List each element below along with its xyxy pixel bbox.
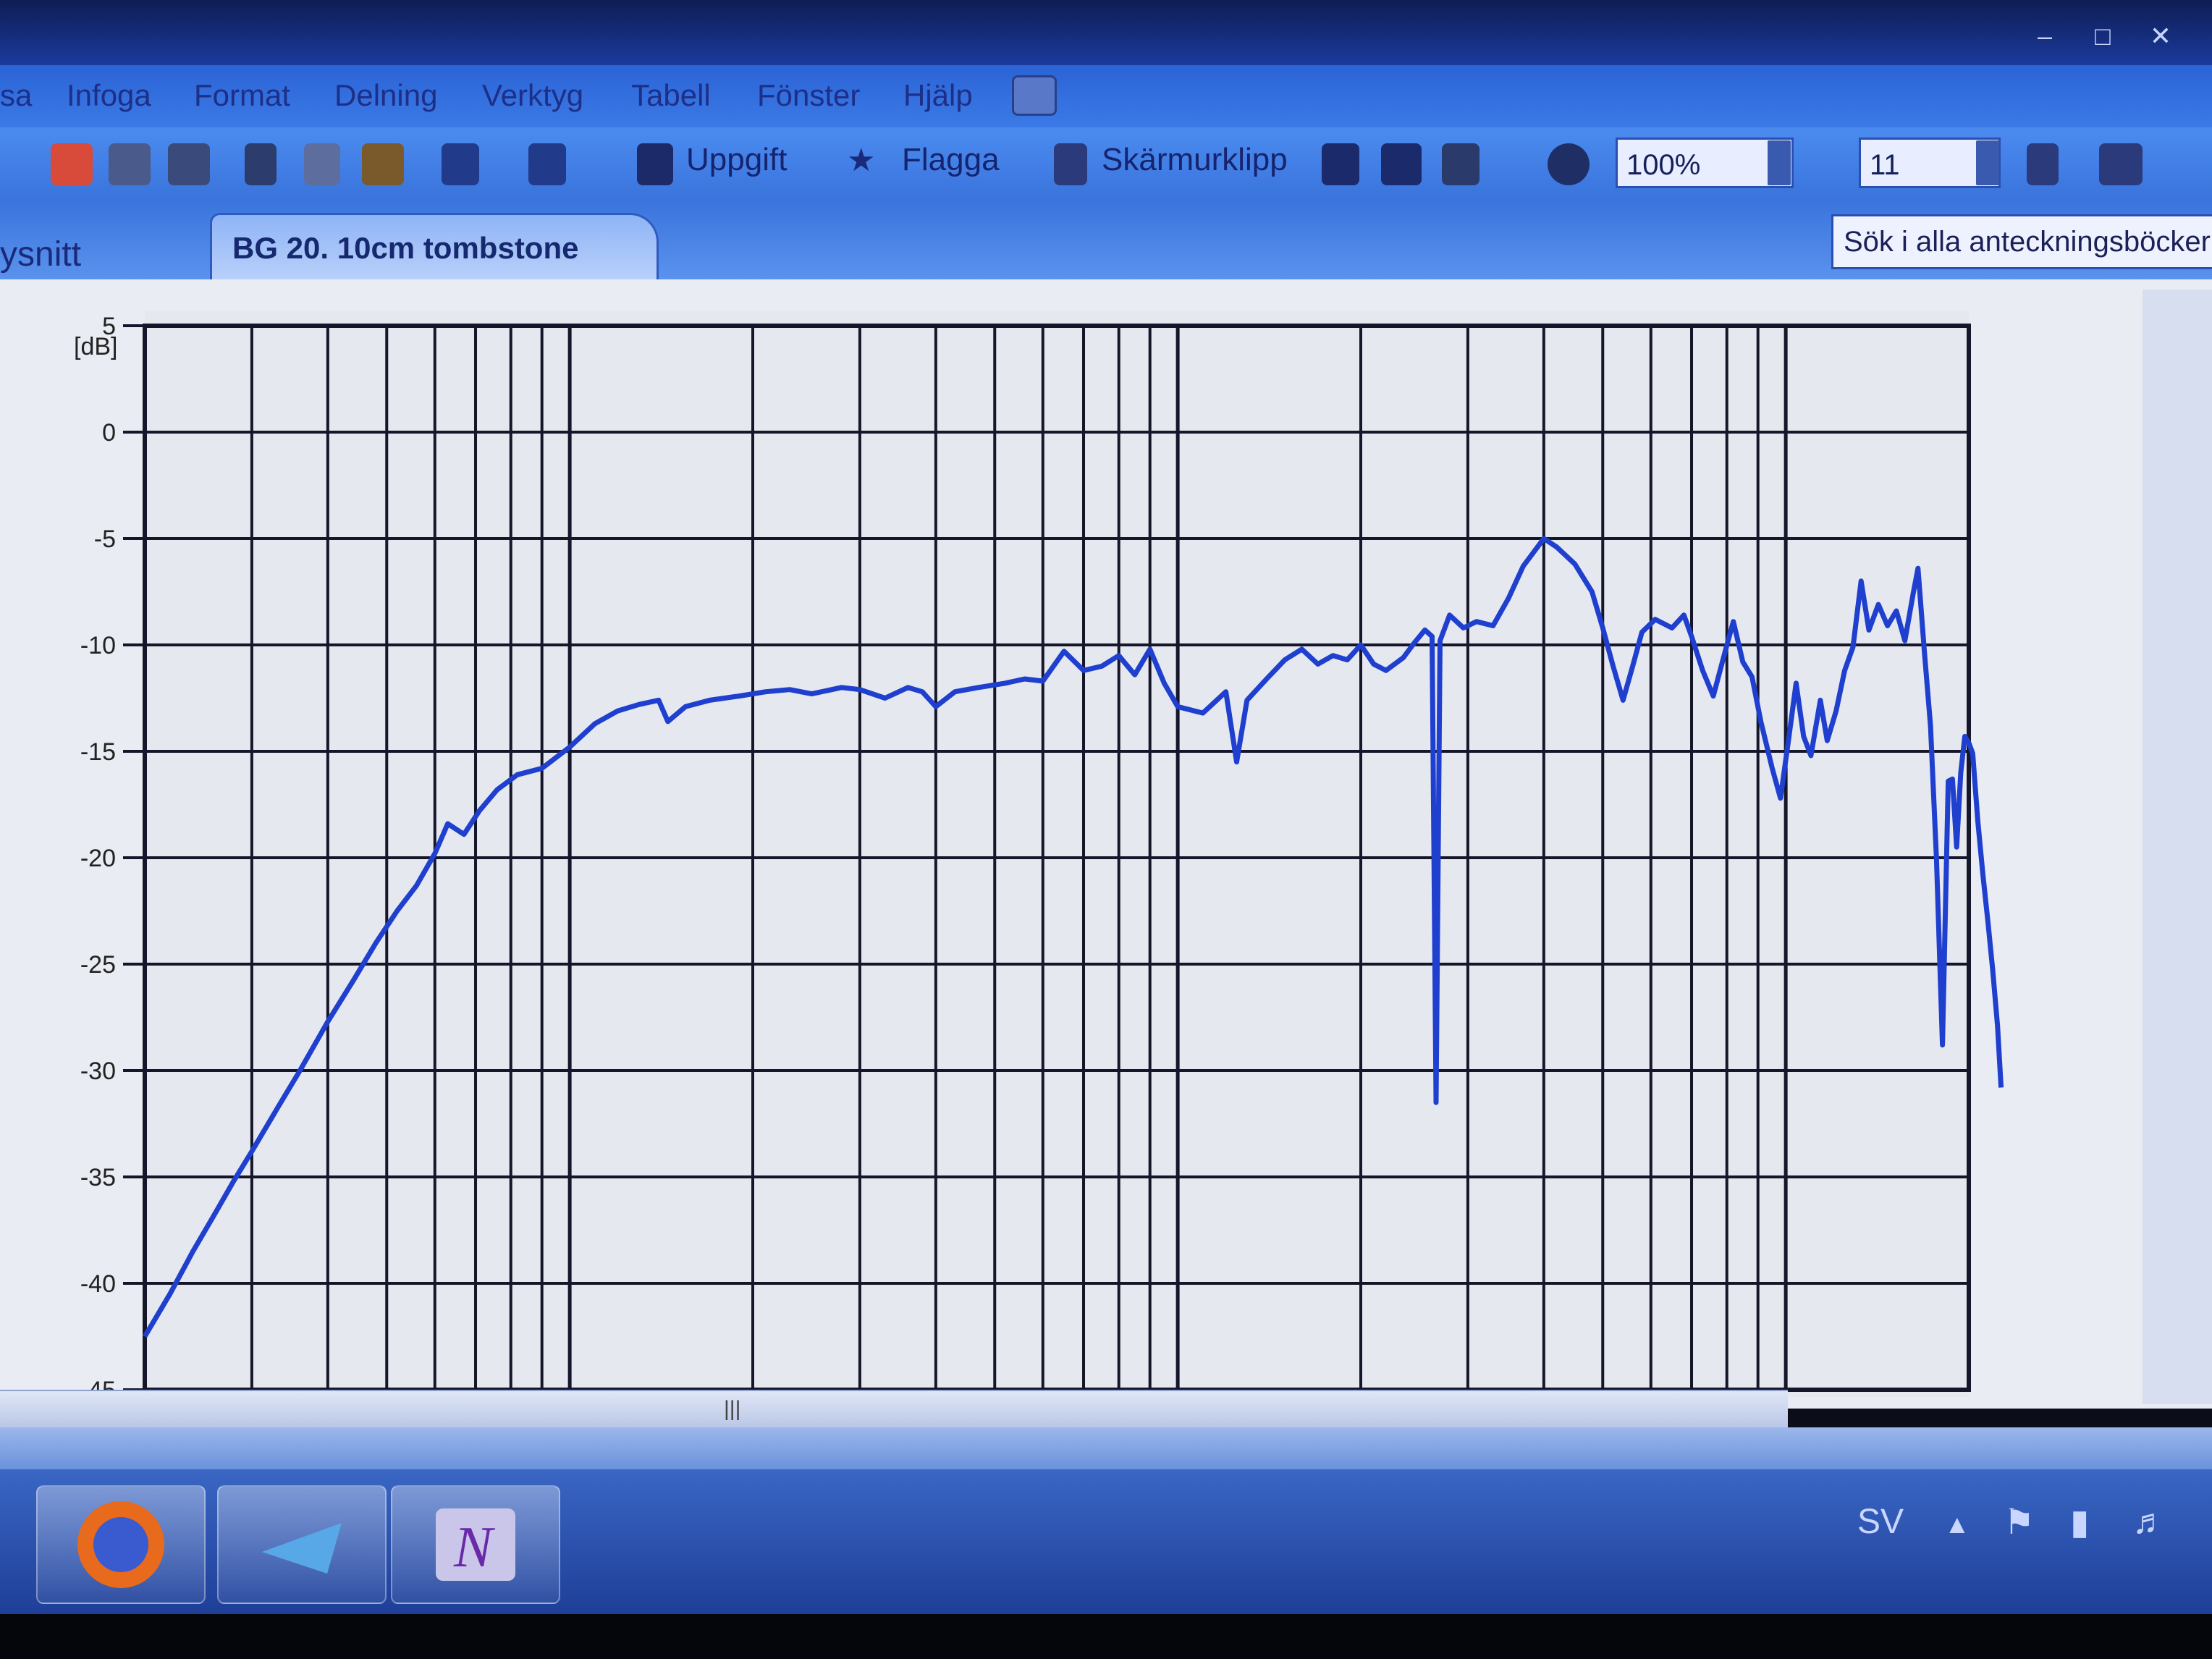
language-indicator[interactable]: SV: [1857, 1502, 1904, 1542]
firefox-icon: [77, 1501, 164, 1588]
y-tick-label: 0: [102, 419, 116, 447]
monitor-bezel: [0, 1614, 2212, 1659]
y-tick-label: -20: [80, 845, 116, 872]
messenger-icon: [262, 1523, 342, 1574]
taskbar-firefox[interactable]: [36, 1485, 206, 1604]
y-tick-label: -10: [80, 632, 116, 659]
horizontal-scrollbar[interactable]: |||: [0, 1390, 1788, 1429]
plot-background: [145, 311, 1969, 1397]
y-tick-label: -30: [80, 1058, 116, 1085]
scroll-grip-icon[interactable]: |||: [724, 1397, 740, 1422]
volume-icon[interactable]: ♬: [2132, 1502, 2167, 1542]
y-axis-label: [dB]: [74, 333, 117, 360]
taskbar-onenote[interactable]: N: [391, 1485, 560, 1604]
taskbar-messenger[interactable]: [217, 1485, 387, 1604]
y-tick-label: -15: [80, 738, 116, 766]
y-tick-label: -25: [80, 951, 116, 979]
y-axis-ticks: 50-5-10-15-20-25-30-35-40-45: [80, 313, 116, 1404]
screen: – □ ✕ sa Infoga Format Delning Verktyg T…: [0, 0, 2212, 1659]
window-bottom-border: [0, 1427, 2212, 1469]
network-icon[interactable]: ▮: [2070, 1502, 2089, 1542]
svg-text:N: N: [453, 1516, 496, 1579]
y-tick-label: -40: [80, 1270, 116, 1298]
action-center-flag-icon[interactable]: ⚑: [2004, 1502, 2035, 1542]
onenote-icon: N: [436, 1508, 515, 1581]
taskbar: N SV ▲ ⚑ ▮ ♬: [0, 1469, 2212, 1614]
y-tick-label: -5: [94, 525, 116, 553]
tray-arrow-icon[interactable]: ▲: [1944, 1509, 1970, 1540]
y-tick-label: -35: [80, 1164, 116, 1191]
